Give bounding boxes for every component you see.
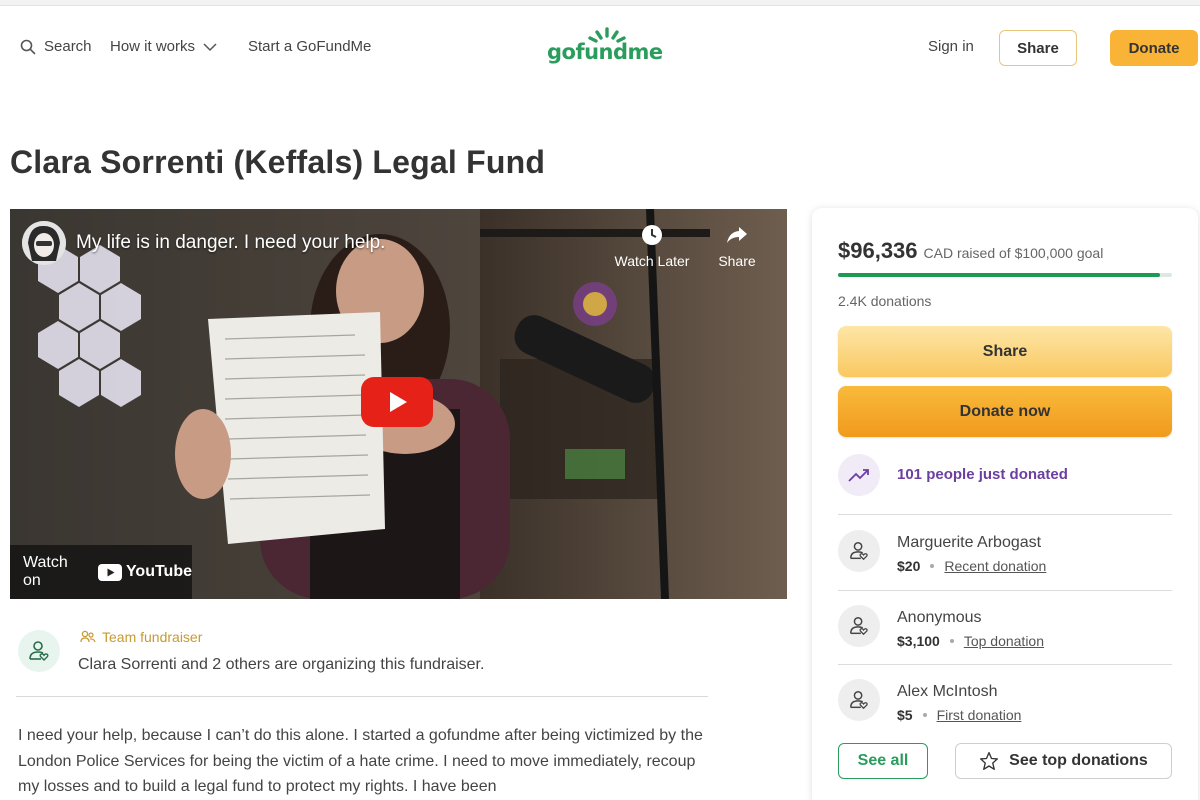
how-it-works-menu[interactable]: How it works: [110, 38, 217, 55]
donor-amount: $20: [897, 558, 921, 574]
organizer-avatar[interactable]: [18, 630, 60, 672]
separator-dot: [930, 564, 935, 568]
search-link[interactable]: Search: [20, 38, 92, 55]
video-player[interactable]: My life is in danger. I need your help. …: [10, 209, 787, 599]
donor-amount: $5: [897, 707, 913, 723]
team-fundraiser-label: Team fundraiser: [102, 629, 203, 645]
donation-card: $96,336 CAD raised of $100,000 goal 2.4K…: [812, 208, 1198, 800]
donor-meta: $20 Recent donation: [897, 558, 1046, 574]
play-icon[interactable]: [361, 377, 433, 427]
donor-divider: [838, 590, 1172, 591]
watch-later-button[interactable]: Watch Later: [610, 223, 694, 269]
how-it-works-label: How it works: [110, 38, 196, 55]
gofundme-logo[interactable]: gofundme: [545, 26, 665, 70]
sign-in-link[interactable]: Sign in: [928, 38, 974, 55]
channel-avatar[interactable]: [22, 221, 66, 265]
separator-dot: [949, 639, 954, 643]
recent-donors-text: 101 people just donated: [897, 466, 1068, 483]
donor-name: Alex McIntosh: [897, 683, 998, 700]
user-heart-icon: [850, 617, 868, 636]
user-heart-icon: [850, 542, 868, 561]
trending-up-icon: [848, 469, 869, 482]
see-top-donations-label: See top donations: [1009, 752, 1148, 769]
header-share-button[interactable]: Share: [999, 30, 1077, 66]
donor-name: Marguerite Arbogast: [897, 534, 1042, 551]
youtube-logo: YouTube: [97, 563, 192, 581]
raised-amount: $96,336: [838, 238, 918, 263]
site-header: Search How it works Start a GoFundMe gof…: [0, 18, 1200, 78]
see-top-donations-button[interactable]: See top donations: [955, 743, 1172, 779]
donor-meta: $5 First donation: [897, 707, 1021, 723]
header-donate-button[interactable]: Donate: [1110, 30, 1198, 66]
video-title[interactable]: My life is in danger. I need your help.: [76, 232, 385, 254]
team-icon: [80, 630, 96, 643]
donor-avatar: [838, 530, 880, 572]
goal-progress-fill: [838, 273, 1160, 277]
donor-divider: [838, 664, 1172, 665]
youtube-icon: [97, 563, 122, 581]
team-fundraiser-tag: Team fundraiser: [80, 629, 202, 645]
clock-icon: [642, 225, 662, 245]
chevron-down-icon: [203, 42, 217, 51]
separator-dot: [922, 713, 927, 717]
trend-badge: [838, 454, 880, 496]
first-donation-link[interactable]: First donation: [937, 707, 1022, 723]
top-donation-link[interactable]: Top donation: [964, 633, 1044, 649]
watch-on-youtube-button[interactable]: Watch on YouTube: [10, 545, 192, 599]
search-label: Search: [44, 38, 92, 55]
donor-avatar: [838, 679, 880, 721]
user-heart-icon: [850, 691, 868, 710]
donor-avatar: [838, 605, 880, 647]
donor-divider: [838, 514, 1172, 515]
browser-top-strip: [0, 0, 1200, 6]
organizer-divider: [16, 696, 708, 697]
share-button[interactable]: Share: [838, 326, 1172, 377]
star-icon: [980, 752, 999, 770]
goal-progress-bar: [838, 273, 1172, 277]
recent-donation-link[interactable]: Recent donation: [944, 558, 1046, 574]
page-title: Clara Sorrenti (Keffals) Legal Fund: [10, 144, 546, 180]
donor-amount: $3,100: [897, 633, 940, 649]
search-icon: [20, 39, 36, 54]
youtube-label: YouTube: [125, 563, 192, 580]
raised-goal: CAD raised of $100,000 goal: [923, 245, 1104, 261]
see-all-button[interactable]: See all: [838, 743, 928, 779]
donor-name: Anonymous: [897, 609, 982, 626]
donate-now-button[interactable]: Donate now: [838, 386, 1172, 437]
avatar-image-icon: [22, 221, 66, 265]
watch-on-label: Watch on: [23, 554, 68, 589]
watch-later-label: Watch Later: [614, 253, 690, 269]
donations-count: 2.4K donations: [838, 293, 932, 309]
raised-summary: $96,336 CAD raised of $100,000 goal: [838, 238, 1103, 264]
start-gofundme-link[interactable]: Start a GoFundMe: [248, 38, 371, 55]
story-text: I need your help, because I can’t do thi…: [18, 727, 703, 795]
organizer-text[interactable]: Clara Sorrenti and 2 others are organizi…: [78, 656, 484, 674]
user-heart-icon: [29, 641, 49, 661]
video-share-label: Share: [718, 253, 756, 269]
share-arrow-icon: [727, 227, 747, 243]
video-share-button[interactable]: Share: [712, 223, 762, 269]
logo-text: gofundme: [547, 40, 663, 64]
donor-meta: $3,100 Top donation: [897, 633, 1044, 649]
